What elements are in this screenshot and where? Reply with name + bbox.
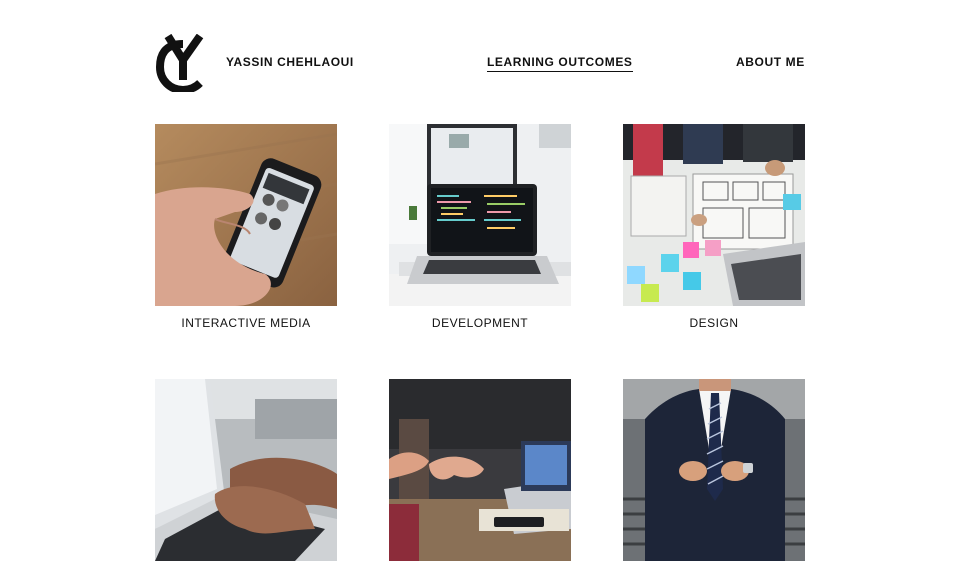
meeting-discussion-photo xyxy=(389,379,571,561)
card-development[interactable]: DEVELOPMENT xyxy=(389,124,571,330)
man-in-suit-photo xyxy=(623,379,805,561)
card-professional[interactable] xyxy=(623,379,805,571)
card-typing[interactable] xyxy=(155,379,337,571)
card-interactive-media[interactable]: INTERACTIVE MEDIA xyxy=(155,124,337,330)
yc-monogram-icon[interactable] xyxy=(156,34,210,92)
card-design[interactable]: DESIGN xyxy=(623,124,805,330)
nav-about-me[interactable]: ABOUT ME xyxy=(736,55,805,69)
card-meeting[interactable] xyxy=(389,379,571,571)
brand-name[interactable]: YASSIN CHEHLAOUI xyxy=(226,55,354,69)
typing-on-laptop-photo xyxy=(155,379,337,561)
laptop-code-photo xyxy=(389,124,571,306)
card-caption: INTERACTIVE MEDIA xyxy=(181,316,311,330)
nav-learning-outcomes[interactable]: LEARNING OUTCOMES xyxy=(487,55,633,72)
card-caption: DEVELOPMENT xyxy=(431,316,529,330)
phone-in-hand-photo xyxy=(155,124,337,306)
card-caption: DESIGN xyxy=(689,316,739,330)
wireframe-sketching-photo xyxy=(623,124,805,306)
